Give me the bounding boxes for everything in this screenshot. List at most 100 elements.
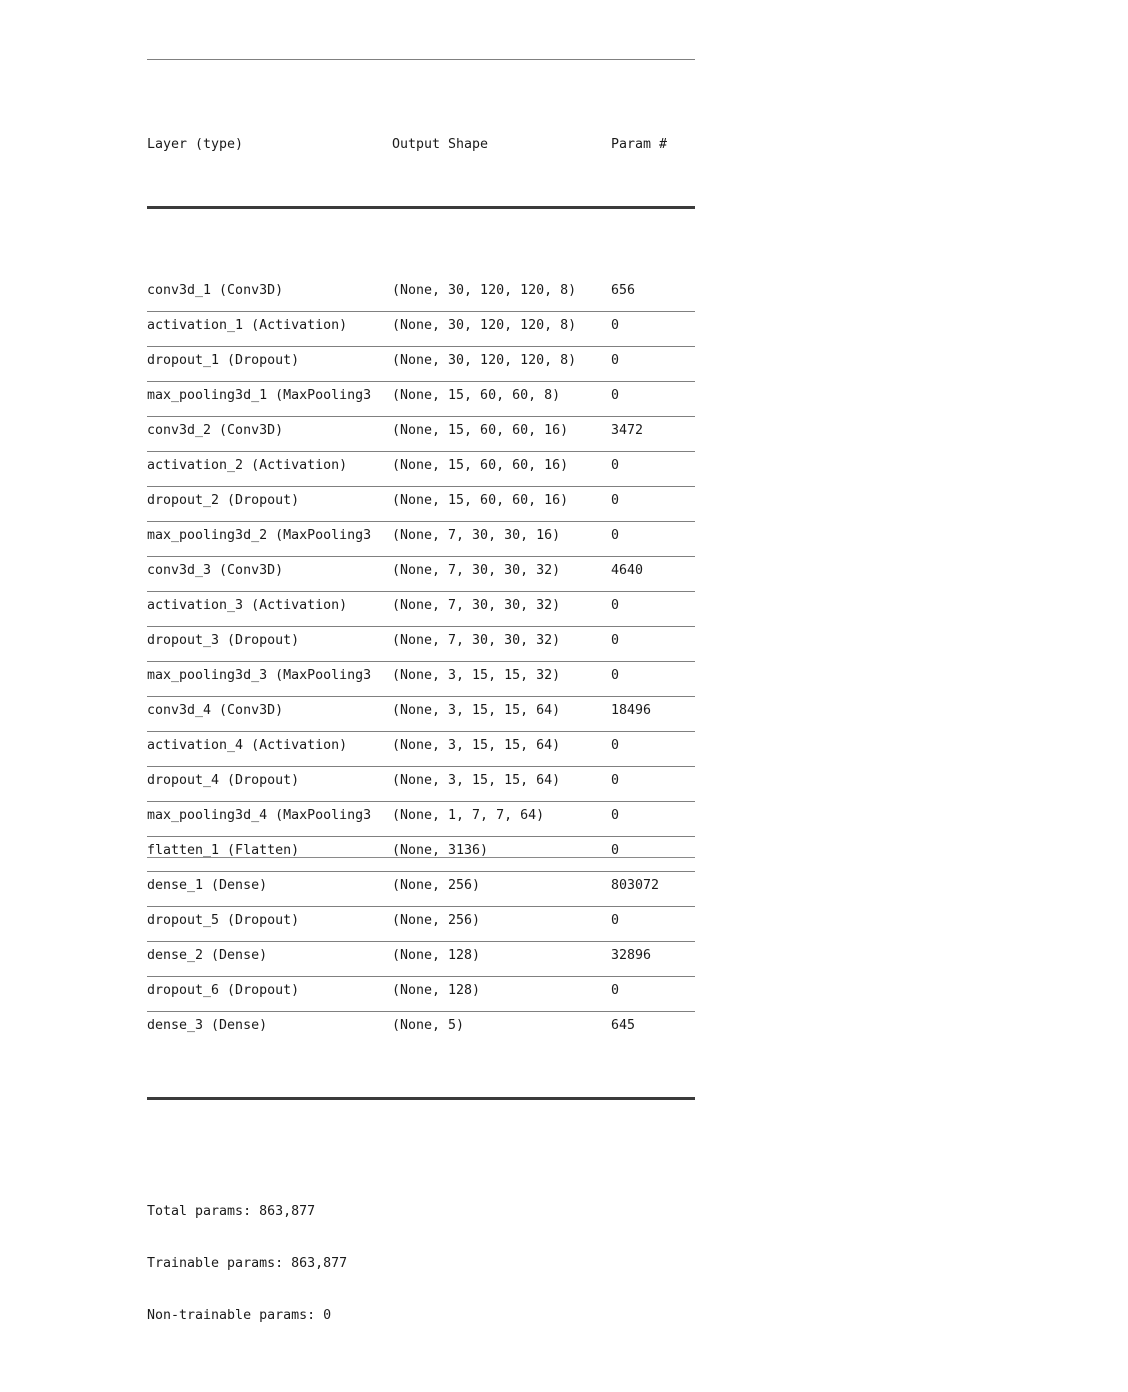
- cell-param-count: 656: [611, 283, 636, 298]
- cell-param-count: 0: [611, 388, 620, 403]
- cell-param-count: 0: [611, 773, 620, 788]
- cell-output-shape: (None, 7, 30, 30, 16): [392, 528, 561, 543]
- cell-output-shape: (None, 15, 60, 60, 16): [392, 493, 569, 508]
- cell-layer-type: max_pooling3d_2 (MaxPooling3: [147, 528, 372, 543]
- cell-output-shape: (None, 15, 60, 60, 16): [392, 458, 569, 473]
- cell-output-shape: (None, 3, 15, 15, 64): [392, 773, 561, 788]
- cell-param-count: 0: [611, 983, 620, 998]
- header-separator: [147, 206, 695, 209]
- table-row: flatten_1 (Flatten) (None, 3136) 0: [147, 837, 695, 871]
- cell-layer-type: dropout_5 (Dropout): [147, 913, 300, 928]
- summary-top-rule: [147, 59, 695, 60]
- column-header-param: Param #: [611, 137, 668, 152]
- table-row: max_pooling3d_2 (MaxPooling3 (None, 7, 30…: [147, 522, 695, 556]
- cell-output-shape: (None, 128): [392, 983, 481, 998]
- cell-output-shape: (None, 7, 30, 30, 32): [392, 598, 561, 613]
- model-summary: Layer (type) Output Shape Param # conv3d…: [147, 0, 695, 1392]
- cell-layer-type: activation_4 (Activation): [147, 738, 348, 753]
- cell-param-count: 0: [611, 633, 620, 648]
- cell-output-shape: (None, 3, 15, 15, 32): [392, 668, 561, 683]
- table-row: conv3d_1 (Conv3D) (None, 30, 120, 120, 8)…: [147, 277, 695, 311]
- cell-output-shape: (None, 7, 30, 30, 32): [392, 563, 561, 578]
- cell-layer-type: dropout_6 (Dropout): [147, 983, 300, 998]
- cell-layer-type: dense_3 (Dense): [147, 1018, 268, 1033]
- table-row: conv3d_3 (Conv3D) (None, 7, 30, 30, 32) 46…: [147, 557, 695, 591]
- table-row: conv3d_2 (Conv3D) (None, 15, 60, 60, 16) 3…: [147, 417, 695, 451]
- table-row: max_pooling3d_3 (MaxPooling3 (None, 3, 15…: [147, 662, 695, 696]
- cell-layer-type: max_pooling3d_1 (MaxPooling3: [147, 388, 372, 403]
- table-row: dense_3 (Dense) (None, 5) 645: [147, 1012, 695, 1046]
- cell-param-count: 18496: [611, 703, 652, 718]
- table-row: dropout_1 (Dropout) (None, 30, 120, 120, …: [147, 347, 695, 381]
- table-row: max_pooling3d_1 (MaxPooling3 (None, 15, 6…: [147, 382, 695, 416]
- cell-param-count: 0: [611, 668, 620, 683]
- cell-output-shape: (None, 7, 30, 30, 32): [392, 633, 561, 648]
- clipped-next-line: [147, 859, 695, 864]
- cell-output-shape: (None, 1, 7, 7, 64): [392, 808, 545, 823]
- table-row: max_pooling3d_4 (MaxPooling3 (None, 1, 7,…: [147, 802, 695, 836]
- cell-param-count: 0: [611, 913, 620, 928]
- cell-output-shape: (None, 256): [392, 878, 481, 893]
- cell-output-shape: (None, 30, 120, 120, 8): [392, 318, 577, 333]
- table-row: activation_3 (Activation) (None, 7, 30, 3…: [147, 592, 695, 626]
- layer-rows: conv3d_1 (Conv3D) (None, 30, 120, 120, 8)…: [147, 277, 695, 1046]
- cell-layer-type: dropout_1 (Dropout): [147, 353, 300, 368]
- table-row: dropout_2 (Dropout) (None, 15, 60, 60, 16…: [147, 487, 695, 521]
- table-row: conv3d_4 (Conv3D) (None, 3, 15, 15, 64) 18…: [147, 697, 695, 731]
- cell-output-shape: (None, 30, 120, 120, 8): [392, 283, 577, 298]
- column-header-output-shape: Output Shape: [392, 137, 489, 152]
- cell-param-count: 32896: [611, 948, 652, 963]
- cell-param-count: 0: [611, 528, 620, 543]
- cell-layer-type: activation_1 (Activation): [147, 318, 348, 333]
- column-header-layer: Layer (type): [147, 137, 244, 152]
- table-row: activation_4 (Activation) (None, 3, 15, 1…: [147, 732, 695, 766]
- cell-output-shape: (None, 15, 60, 60, 16): [392, 423, 569, 438]
- cell-output-shape: (None, 5): [392, 1018, 465, 1033]
- cell-output-shape: (None, 15, 60, 60, 8): [392, 388, 561, 403]
- total-params: Total params: 863,877: [147, 1204, 316, 1220]
- cell-param-count: 0: [611, 458, 620, 473]
- table-row: activation_2 (Activation) (None, 15, 60, …: [147, 452, 695, 486]
- non-trainable-params: Non-trainable params: 0: [147, 1307, 332, 1323]
- cell-param-count: 0: [611, 353, 620, 368]
- table-row: dense_1 (Dense) (None, 256) 803072: [147, 872, 695, 906]
- cell-param-count: 0: [611, 598, 620, 613]
- trainable-params: Trainable params: 863,877: [147, 1256, 348, 1272]
- cell-param-count: 0: [611, 738, 620, 753]
- cell-output-shape: (None, 3, 15, 15, 64): [392, 738, 561, 753]
- cell-output-shape: (None, 30, 120, 120, 8): [392, 353, 577, 368]
- cell-layer-type: conv3d_1 (Conv3D): [147, 283, 284, 298]
- cell-layer-type: conv3d_4 (Conv3D): [147, 703, 284, 718]
- cell-param-count: 0: [611, 318, 620, 333]
- table-row: dropout_4 (Dropout) (None, 3, 15, 15, 64)…: [147, 767, 695, 801]
- cell-param-count: 0: [611, 493, 620, 508]
- cell-layer-type: dropout_2 (Dropout): [147, 493, 300, 508]
- totals-separator: [147, 1097, 695, 1100]
- cell-layer-type: dropout_3 (Dropout): [147, 633, 300, 648]
- cell-layer-type: activation_3 (Activation): [147, 598, 348, 613]
- cell-layer-type: dense_2 (Dense): [147, 948, 268, 963]
- table-row: dense_2 (Dense) (None, 128) 32896: [147, 942, 695, 976]
- cell-param-count: 803072: [611, 878, 660, 893]
- totals-block: Total params: 863,877 Trainable params: …: [147, 1168, 695, 1358]
- cell-output-shape: (None, 128): [392, 948, 481, 963]
- cell-output-shape: (None, 256): [392, 913, 481, 928]
- cell-layer-type: dense_1 (Dense): [147, 878, 268, 893]
- cell-param-count: 0: [611, 808, 620, 823]
- cell-layer-type: conv3d_2 (Conv3D): [147, 423, 284, 438]
- cell-layer-type: conv3d_3 (Conv3D): [147, 563, 284, 578]
- cell-param-count: 645: [611, 1018, 636, 1033]
- cell-param-count: 4640: [611, 563, 644, 578]
- table-row: dropout_5 (Dropout) (None, 256) 0: [147, 907, 695, 941]
- summary-header-row: Layer (type) Output Shape Param #: [147, 128, 695, 155]
- cell-layer-type: activation_2 (Activation): [147, 458, 348, 473]
- table-row: dropout_6 (Dropout) (None, 128) 0: [147, 977, 695, 1011]
- cell-layer-type: max_pooling3d_4 (MaxPooling3: [147, 808, 372, 823]
- cell-layer-type: max_pooling3d_3 (MaxPooling3: [147, 668, 372, 683]
- summary-bottom-rule: [147, 857, 695, 858]
- table-row: dropout_3 (Dropout) (None, 7, 30, 30, 32)…: [147, 627, 695, 661]
- cell-output-shape: (None, 3, 15, 15, 64): [392, 703, 561, 718]
- cell-param-count: 3472: [611, 423, 644, 438]
- table-row: activation_1 (Activation) (None, 30, 120,…: [147, 312, 695, 346]
- cell-layer-type: dropout_4 (Dropout): [147, 773, 300, 788]
